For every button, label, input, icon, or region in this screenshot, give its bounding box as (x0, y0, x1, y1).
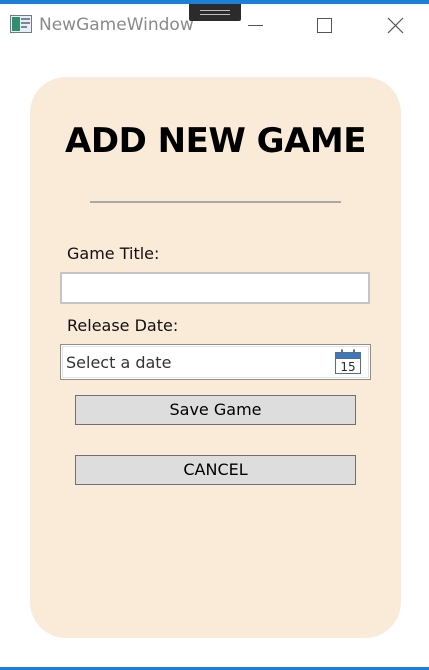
cancel-button[interactable]: CANCEL (75, 455, 356, 485)
minimize-button[interactable] (233, 4, 279, 46)
maximize-button[interactable] (301, 4, 347, 46)
close-button[interactable] (372, 4, 418, 46)
calendar-day-number: 15 (340, 360, 355, 374)
calendar-icon[interactable]: 15 (334, 349, 362, 375)
window-title: NewGameWindow (39, 15, 194, 35)
game-title-label: Game Title: (67, 244, 160, 263)
app-window-icon (10, 15, 32, 33)
game-title-input[interactable] (60, 272, 370, 304)
heading-divider (90, 201, 341, 203)
release-date-label: Release Date: (67, 316, 179, 335)
date-picker-placeholder[interactable]: Select a date (66, 353, 171, 372)
release-date-picker[interactable]: Select a date 15 (60, 344, 371, 380)
close-icon (387, 17, 404, 34)
save-game-button[interactable]: Save Game (75, 395, 356, 425)
add-game-card: ADD NEW GAME Game Title: Release Date: S… (30, 77, 401, 638)
page-title: ADD NEW GAME (65, 121, 366, 161)
title-bar[interactable]: NewGameWindow (0, 4, 429, 46)
